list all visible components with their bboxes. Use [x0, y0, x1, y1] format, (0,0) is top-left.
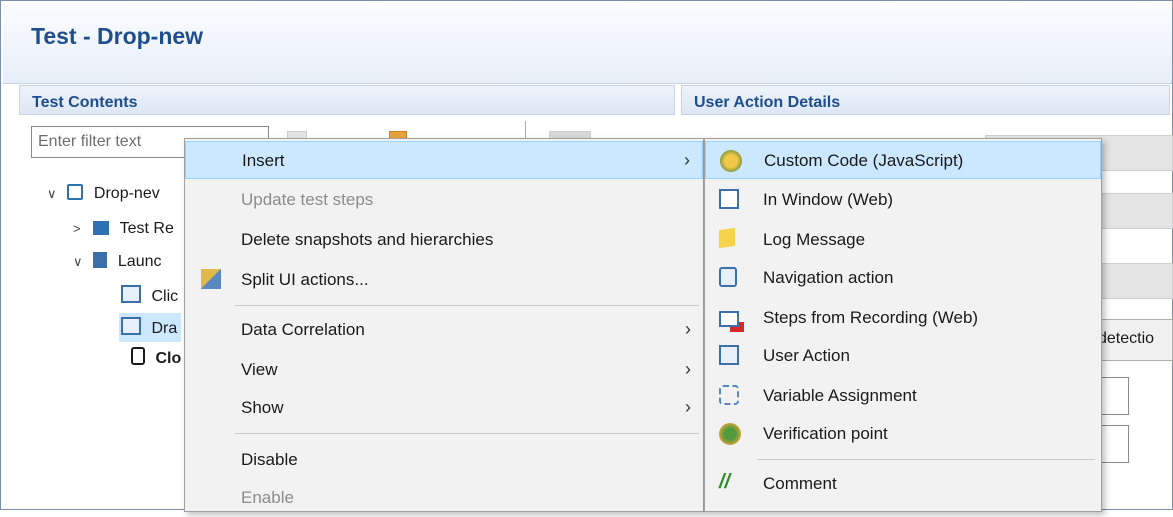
device-icon	[131, 347, 145, 365]
menu-item-enable[interactable]: Enable	[185, 479, 703, 517]
tree-item-label: Test Re	[119, 220, 174, 237]
menu-item-data-correlation[interactable]: Data Correlation ›	[185, 311, 703, 349]
submenu-item-custom-code[interactable]: Custom Code (JavaScript)	[705, 141, 1101, 179]
table-icon	[93, 221, 110, 235]
user-action-icon	[719, 345, 739, 365]
tree-item-label: Launc	[117, 253, 162, 270]
submenu-item-in-window[interactable]: In Window (Web)	[705, 181, 1101, 219]
submenu-item-comment[interactable]: // Comment	[705, 465, 1101, 503]
test-contents-header: Test Contents	[19, 85, 675, 115]
variable-icon	[719, 385, 739, 405]
tree-item-close[interactable]: Clo	[131, 347, 181, 368]
test-icon	[67, 184, 84, 200]
submenu-item-navigation-action[interactable]: Navigation action	[705, 259, 1101, 297]
context-menu: Insert › Update test steps Delete snapsh…	[184, 138, 704, 512]
menu-item-split-ui-actions[interactable]: Split UI actions...	[185, 261, 703, 299]
menu-separator	[757, 459, 1095, 460]
insert-submenu: Custom Code (JavaScript) In Window (Web)…	[704, 138, 1102, 512]
chevron-down-icon[interactable]: ∨	[73, 254, 89, 270]
tree-item-label: Dra	[151, 320, 178, 337]
custom-code-icon	[720, 150, 742, 172]
menu-separator	[235, 433, 699, 434]
tree-item-test-results[interactable]: > Test Re	[73, 220, 174, 238]
menu-item-view[interactable]: View ›	[185, 351, 703, 389]
submenu-item-user-action[interactable]: User Action	[705, 337, 1101, 375]
user-action-icon	[121, 285, 141, 303]
menu-item-show[interactable]: Show ›	[185, 389, 703, 427]
navigation-icon	[719, 267, 737, 287]
submenu-item-verification-point[interactable]: Verification point	[705, 415, 1101, 453]
recording-icon	[719, 311, 739, 327]
launch-icon	[93, 252, 108, 268]
chevron-right-icon: ›	[684, 150, 690, 170]
chevron-right-icon[interactable]: >	[73, 221, 89, 236]
tree-item-launch[interactable]: ∨ Launc	[73, 252, 162, 271]
chevron-right-icon: ›	[685, 359, 691, 379]
detection-button[interactable]: detectio	[1091, 319, 1173, 361]
editor-title: Test - Drop-new	[31, 23, 204, 49]
user-action-details-header: User Action Details	[681, 85, 1170, 115]
window-icon	[719, 189, 739, 209]
menu-item-update-test-steps[interactable]: Update test steps	[185, 181, 703, 219]
tree-item-label: Clo	[155, 350, 182, 367]
tree-item-drag[interactable]: Dra	[119, 313, 182, 342]
chevron-down-icon[interactable]: ∨	[47, 186, 63, 202]
comment-icon: //	[719, 471, 731, 493]
verification-icon	[719, 423, 741, 445]
tree-item-label: Clic	[151, 288, 179, 305]
submenu-item-steps-from-recording[interactable]: Steps from Recording (Web)	[705, 299, 1101, 337]
chevron-right-icon: ›	[685, 397, 691, 417]
split-icon	[201, 269, 221, 289]
details-button-3[interactable]	[1097, 263, 1173, 299]
menu-item-insert[interactable]: Insert ›	[185, 141, 703, 179]
editor-title-bar: Test - Drop-new	[3, 3, 1172, 84]
tree-item-click[interactable]: Clic	[121, 285, 178, 306]
menu-separator	[235, 305, 699, 306]
menu-item-delete-snapshots[interactable]: Delete snapshots and hierarchies	[185, 221, 703, 259]
detection-label: detectio	[1098, 330, 1155, 347]
log-message-icon	[719, 227, 735, 249]
menu-item-disable[interactable]: Disable	[185, 441, 703, 479]
user-action-icon	[121, 317, 141, 335]
tree-item-root[interactable]: ∨ Drop-nev	[47, 184, 160, 203]
tree-item-label: Drop-nev	[93, 185, 160, 202]
chevron-right-icon: ›	[685, 319, 691, 339]
details-button-2[interactable]	[1097, 193, 1173, 229]
submenu-item-log-message[interactable]: Log Message	[705, 221, 1101, 259]
submenu-item-variable-assignment[interactable]: Variable Assignment	[705, 377, 1101, 415]
